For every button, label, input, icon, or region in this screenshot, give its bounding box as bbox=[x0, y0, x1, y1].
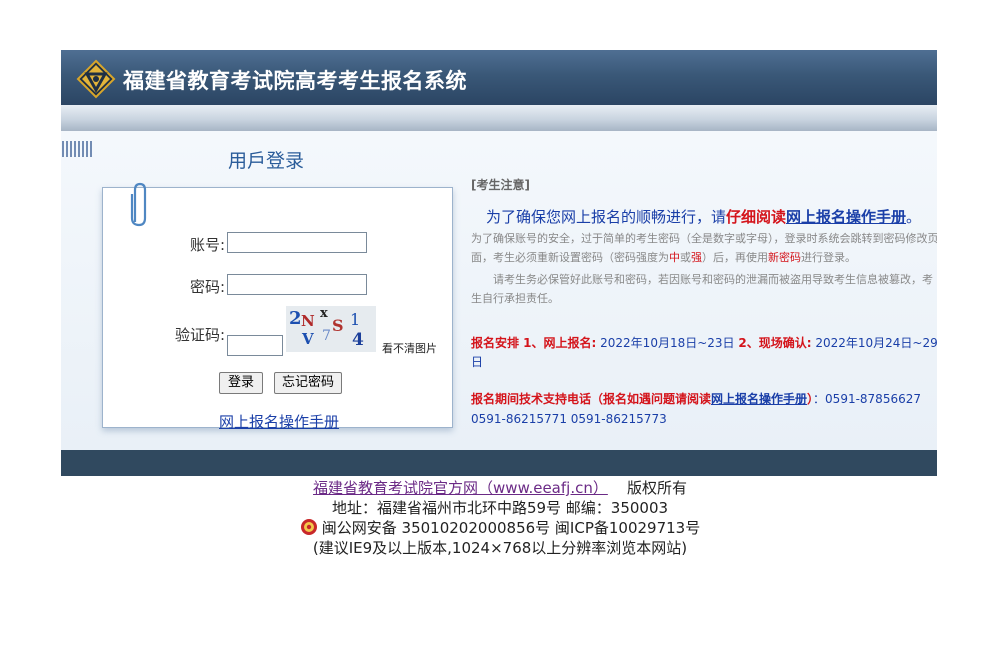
captcha-char: N bbox=[301, 312, 315, 330]
login-button[interactable]: 登录 bbox=[219, 372, 263, 394]
schedule-label-1: 报名安排 1、网上报名: bbox=[471, 336, 597, 350]
password-notice-text2: ）后，再使用 bbox=[702, 251, 768, 264]
captcha-char: x bbox=[320, 306, 328, 321]
footer-beian-line: 闽公网安备 35010202000856号 闽ICP备10029713号 bbox=[0, 518, 1000, 538]
password-notice-end: 进行登录。 bbox=[801, 251, 856, 264]
responsibility-notice: 请考生务必保管好此账号和密码，若因账号和密码的泄漏而被盗用导致考生信息被篡改，考… bbox=[471, 273, 933, 305]
paperclip-icon bbox=[130, 182, 147, 227]
password-notice: 为了确保账号的安全，过于简单的考生密码（全是数字或字母），登录时系统会跳转到密码… bbox=[471, 229, 937, 267]
captcha-label: 验证码: bbox=[174, 326, 225, 344]
beian-text: 闽公网安备 35010202000856号 闽ICP备10029713号 bbox=[321, 519, 701, 537]
notice-heading: [考生注意] bbox=[471, 178, 530, 192]
lead-end: 。 bbox=[906, 208, 922, 226]
captcha-char: 7 bbox=[322, 328, 331, 344]
schedule-label-2: 2、现场确认: bbox=[738, 336, 812, 350]
login-title: 用戶登录 bbox=[228, 150, 305, 172]
copyright-text: 版权所有 bbox=[626, 479, 687, 497]
support-phone: ：0591-87856627 bbox=[813, 392, 921, 406]
manual-link[interactable]: 网上报名操作手册 bbox=[219, 411, 339, 432]
password-label: 密码: bbox=[189, 278, 225, 296]
support-manual-link[interactable]: 网上报名操作手册 bbox=[711, 392, 807, 406]
police-badge-icon bbox=[300, 519, 317, 535]
compass-logo-icon bbox=[76, 59, 116, 99]
captcha-char: 1 bbox=[350, 310, 361, 329]
captcha-char: V bbox=[302, 330, 314, 348]
schedule-line: 报名安排 1、网上报名: 2022年10月18日~23日 2、现场确认: 202… bbox=[471, 334, 937, 372]
lead-text: 为了确保您网上报名的顺畅进行，请 bbox=[486, 208, 727, 226]
footer-band bbox=[61, 450, 937, 476]
browser-note: (建议IE9及以上版本,1024×768以上分辨率浏览本网站) bbox=[312, 539, 688, 557]
refresh-captcha-link[interactable]: 看不清图片 bbox=[382, 340, 437, 356]
strength-medium: 中 bbox=[669, 251, 680, 264]
decorative-stripes bbox=[62, 141, 92, 157]
page-frame: 福建省教育考试院高考考生报名系统 用戶登录 账号: 密码: 验证码: 2 N x… bbox=[61, 50, 937, 476]
lead-emphasis: 仔细阅读 bbox=[726, 208, 787, 226]
system-title: 福建省教育考试院高考考生报名系统 bbox=[123, 69, 467, 93]
support-block: 报名期间技术支持电话（报名如遇问题请阅读网上报名操作手册）：0591-87856… bbox=[471, 389, 937, 429]
official-site-link[interactable]: 福建省教育考试院官方网（www.eeafj.cn） bbox=[313, 479, 608, 497]
header-subbar bbox=[61, 105, 937, 131]
captcha-char: 2 bbox=[289, 308, 302, 329]
forgot-password-button[interactable]: 忘记密码 bbox=[274, 372, 342, 394]
captcha-char: 4 bbox=[352, 330, 364, 350]
captcha-image[interactable]: 2 N x S 1 V 7 4 bbox=[286, 306, 376, 352]
footer-line-1: 福建省教育考试院官方网（www.eeafj.cn） 版权所有 bbox=[0, 478, 1000, 498]
schedule-date-1: 2022年10月18日~23日 bbox=[596, 336, 739, 350]
password-notice-or: 或 bbox=[680, 251, 691, 264]
notice-panel: [考生注意] 为了确保您网上报名的顺畅进行，请仔细阅读网上报名操作手册。 为了确… bbox=[471, 176, 937, 429]
password-input[interactable] bbox=[227, 274, 367, 295]
captcha-char: S bbox=[332, 316, 344, 335]
site-footer: 福建省教育考试院官方网（www.eeafj.cn） 版权所有 地址：福建省福州市… bbox=[0, 478, 1000, 558]
strength-strong: 强 bbox=[691, 251, 702, 264]
login-form: 账号: 密码: 验证码: 2 N x S 1 V 7 4 看不清图片 登录 忘记… bbox=[102, 182, 453, 431]
address-text: 地址：福建省福州市北环中路59号 邮编：350003 bbox=[331, 499, 669, 517]
new-password-text: 新密码 bbox=[768, 251, 801, 264]
account-label: 账号: bbox=[189, 236, 225, 254]
lead-manual-link[interactable]: 网上报名操作手册 bbox=[786, 208, 906, 226]
notice-lead: 为了确保您网上报名的顺畅进行，请仔细阅读网上报名操作手册。 bbox=[471, 207, 937, 227]
main-panel: 用戶登录 账号: 密码: 验证码: 2 N x S 1 V 7 4 看不清图片 bbox=[61, 131, 937, 450]
captcha-input[interactable] bbox=[227, 335, 283, 356]
support-phones: 0591-86215771 0591-86215773 bbox=[471, 412, 667, 426]
header-banner: 福建省教育考试院高考考生报名系统 bbox=[61, 50, 937, 105]
account-input[interactable] bbox=[227, 232, 367, 253]
support-label: 报名期间技术支持电话（报名如遇问题请阅读 bbox=[471, 392, 712, 406]
